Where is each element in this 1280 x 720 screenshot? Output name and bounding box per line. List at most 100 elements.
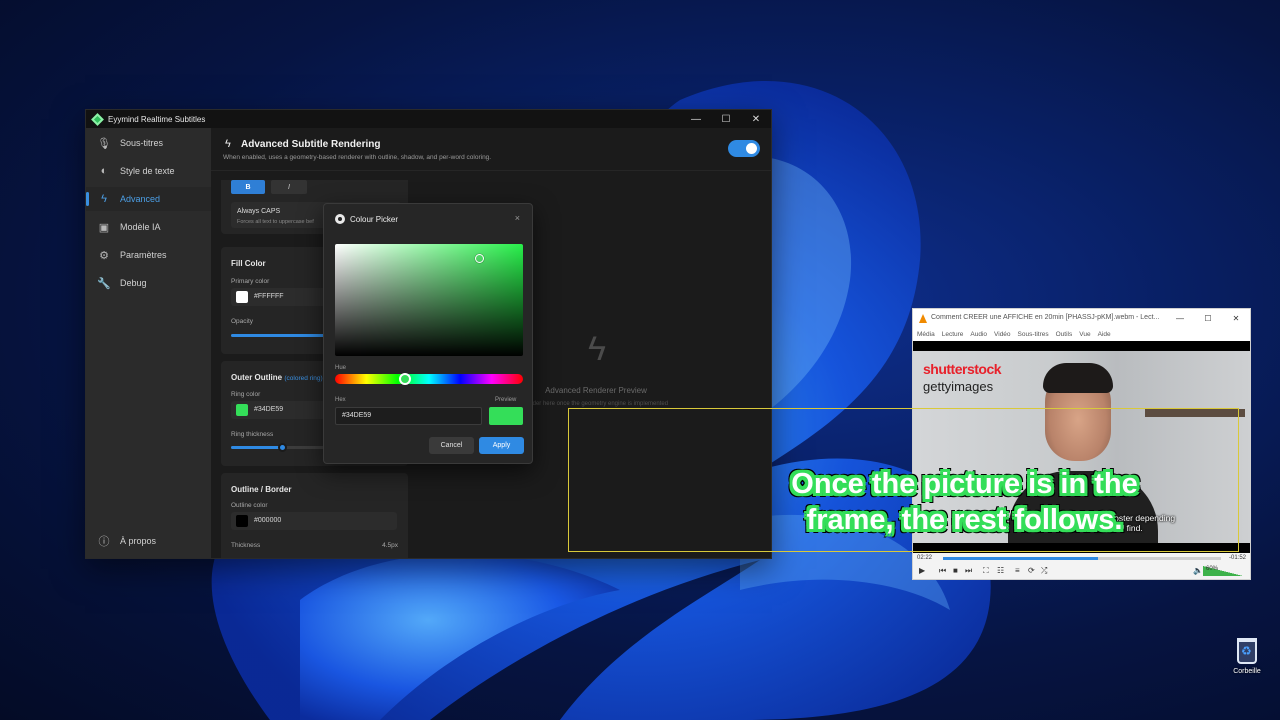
sidebar-item-sous-titres[interactable]: 🎙 Sous-titres	[86, 131, 211, 155]
sidebar: 🎙 Sous-titres ◐ Style de texte ϟ Advance…	[86, 128, 211, 558]
saturation-value-handle[interactable]	[475, 254, 484, 263]
sidebar-item-label: Advanced	[120, 194, 161, 204]
outer-outline-title: Outer Outline (colored ring)	[231, 373, 323, 382]
vlc-menu-audio[interactable]: Audio	[970, 328, 987, 341]
play-icon[interactable]: ▶	[919, 566, 925, 575]
sidebar-item-parametres[interactable]: ⚙ Paramètres	[86, 243, 211, 267]
close-icon[interactable]: ×	[515, 213, 520, 223]
cancel-button[interactable]: Cancel	[429, 437, 474, 454]
sidebar-item-advanced[interactable]: ϟ Advanced	[86, 187, 211, 211]
outline-color-hex: #000000	[254, 517, 282, 524]
advanced-title: Advanced Subtitle Rendering	[241, 139, 381, 150]
close-button[interactable]: ✕	[741, 110, 771, 128]
shuffle-icon[interactable]: ⤮	[1041, 566, 1047, 576]
next-icon[interactable]: ⏭	[965, 566, 972, 576]
equalizer-icon[interactable]: ☷	[997, 566, 1004, 575]
advanced-description: When enabled, uses a geometry-based rend…	[223, 154, 492, 161]
ring-thickness-knob[interactable]	[278, 443, 287, 452]
saturation-value-area[interactable]	[335, 244, 523, 356]
primary-color-label: Primary color	[231, 278, 270, 285]
sidebar-item-label: Modèle IA	[120, 222, 161, 232]
primary-color-swatch	[236, 291, 248, 303]
app-titlebar: Eyymind Realtime Subtitles — ☐ ✕	[86, 110, 771, 128]
sidebar-item-label: Style de texte	[120, 166, 175, 176]
vlc-menu-bar: Média Lecture Audio Vidéo Sous-titres Ou…	[913, 328, 1250, 341]
sidebar-item-debug[interactable]: 🔧 Debug	[86, 271, 211, 295]
hue-slider[interactable]	[335, 373, 523, 385]
app-logo-icon	[91, 112, 104, 126]
wrench-icon: 🔧	[97, 277, 111, 290]
vlc-controls: 02:22 -01:52 ▶ ⏮ ■ ⏭ ⛶ ☷ ≡ ⟳ ⤮ 🔈 60%	[913, 553, 1250, 579]
primary-color-hex: #FFFFFF	[254, 293, 284, 300]
subtitle-overlay-line: Once the picture is in the	[791, 468, 1138, 500]
minimize-button[interactable]: —	[681, 110, 711, 128]
vlc-menu-sous-titres[interactable]: Sous-titres	[1018, 328, 1049, 341]
sidebar-item-label: À propos	[120, 536, 157, 546]
vlc-minimize-button[interactable]: —	[1166, 309, 1194, 328]
chip-icon: ▣	[98, 221, 110, 234]
hex-input[interactable]: #34DE59	[335, 407, 482, 425]
sidebar-item-a-propos[interactable]: ⓘ À propos	[86, 529, 211, 553]
ring-thickness-fill	[231, 446, 283, 449]
palette-icon	[335, 214, 345, 224]
outline-border-card: Outline / Border Outline color #000000 T…	[221, 473, 408, 558]
ring-thickness-label: Ring thickness	[231, 431, 274, 438]
vlc-menu-media[interactable]: Média	[917, 328, 935, 341]
gear-icon: ⚙	[99, 249, 109, 262]
remaining-time: -01:52	[1228, 555, 1246, 561]
italic-button[interactable]: I	[271, 180, 307, 194]
vlc-window-controls: — ☐ ✕	[1166, 309, 1250, 328]
volume-icon[interactable]: 🔈	[1193, 566, 1203, 575]
sidebar-item-label: Debug	[120, 278, 147, 288]
ring-color-swatch	[236, 404, 248, 416]
vlc-maximize-button[interactable]: ☐	[1194, 309, 1222, 328]
outline-color-label: Outline color	[231, 502, 268, 509]
bolt-icon: ϟ	[225, 138, 231, 150]
letterbox-top	[913, 341, 1250, 351]
outer-outline-note: (colored ring)	[284, 375, 323, 382]
palette-icon: ◐	[100, 165, 108, 177]
advanced-rendering-toggle[interactable]	[728, 140, 760, 157]
window-controls: — ☐ ✕	[681, 110, 771, 128]
vlc-menu-lecture[interactable]: Lecture	[942, 328, 964, 341]
outline-color-field[interactable]: #000000	[231, 512, 397, 530]
sidebar-item-style-de-texte[interactable]: ◐ Style de texte	[86, 159, 211, 183]
sidebar-item-modele-ia[interactable]: ▣ Modèle IA	[86, 215, 211, 239]
playlist-icon[interactable]: ≡	[1015, 566, 1020, 575]
seek-bar-fill	[943, 557, 1098, 560]
subtitle-overlay-region[interactable]: Once the picture is in the frame, the re…	[568, 408, 1239, 552]
previous-icon[interactable]: ⏮	[939, 566, 946, 576]
recycle-bin-shortcut[interactable]: Corbeille	[1230, 638, 1264, 675]
maximize-button[interactable]: ☐	[711, 110, 741, 128]
outline-color-swatch	[236, 515, 248, 527]
microphone-icon: 🎙	[97, 137, 111, 150]
hue-slider-handle[interactable]	[399, 373, 411, 385]
recycle-bin-label: Corbeille	[1233, 668, 1261, 675]
outline-border-title: Outline / Border	[231, 485, 292, 494]
elapsed-time: 02:22	[917, 555, 933, 561]
bolt-icon: ϟ	[101, 193, 107, 205]
opacity-label: Opacity	[231, 318, 254, 325]
volume-value: 60%	[1206, 566, 1219, 572]
sidebar-item-label: Paramètres	[120, 250, 167, 260]
ring-color-hex: #34DE59	[254, 406, 284, 413]
vlc-title: Comment CREER une AFFICHE en 20min [PHAS…	[931, 314, 1160, 321]
subtitle-overlay-text: Once the picture is in the frame, the re…	[569, 466, 1240, 538]
vlc-menu-outils[interactable]: Outils	[1056, 328, 1073, 341]
vlc-close-button[interactable]: ✕	[1222, 309, 1250, 328]
preview-swatch	[489, 407, 523, 425]
stop-icon[interactable]: ■	[953, 566, 958, 575]
outline-thickness-value: 4.5px	[382, 542, 398, 549]
vlc-menu-vue[interactable]: Vue	[1079, 328, 1090, 341]
apply-button[interactable]: Apply	[479, 437, 524, 454]
seek-bar[interactable]	[943, 557, 1221, 560]
hex-label: Hex	[335, 397, 346, 403]
fullscreen-icon[interactable]: ⛶	[983, 566, 989, 576]
always-caps-title: Always CAPS	[237, 208, 281, 215]
subtitle-overlay-line: frame, the rest follows.	[806, 504, 1123, 536]
bold-button[interactable]: B	[231, 180, 265, 194]
vlc-menu-aide[interactable]: Aide	[1098, 328, 1111, 341]
sidebar-item-label: Sous-titres	[120, 138, 164, 148]
loop-icon[interactable]: ⟳	[1028, 566, 1035, 575]
vlc-menu-video[interactable]: Vidéo	[994, 328, 1011, 341]
